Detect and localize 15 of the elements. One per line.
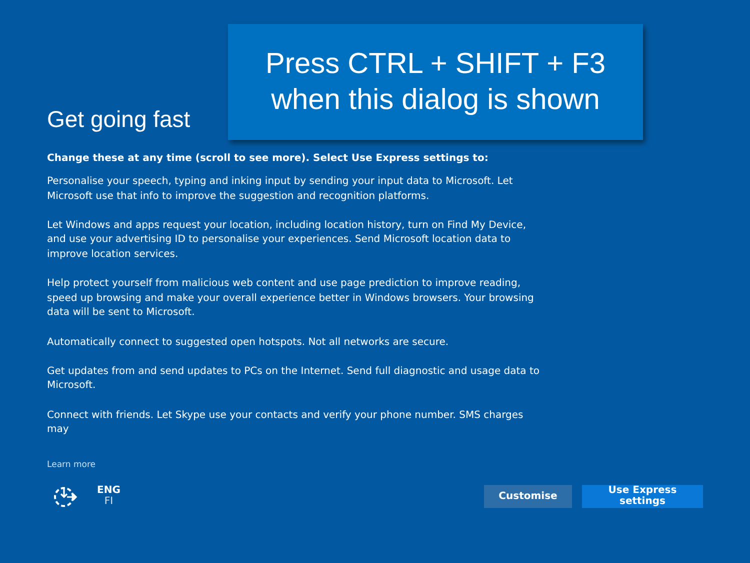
accessibility-icon[interactable] — [52, 484, 78, 508]
page-title: Get going fast — [47, 105, 192, 134]
language-code[interactable]: ENG — [97, 485, 120, 496]
settings-paragraph: Get updates from and send updates to PCs on the Internet. Send full diagnostic and usage data to Microsoft. — [47, 364, 541, 394]
instruction-callout: Press CTRL + SHIFT + F3 when this dialog is shown — [228, 24, 643, 140]
settings-paragraph: Personalise your speech, typing and inking input by sending your input data to Microsoft. Let Microsoft use that info to improve the suggestion and recognition platforms. — [47, 175, 514, 204]
settings-paragraph: Let Windows and apps request your location, including location history, turn on Find My Device, and use your advertising ID to personalise your experiences. Send Microsoft location data to improve location services. — [47, 218, 528, 262]
customise-button[interactable]: Customise — [484, 484, 572, 508]
settings-paragraph: Help protect yourself from malicious web content and use page prediction to improve reading, speed up browsing and make your overall experience better in Windows browsers. Your browsing data will be sent to Microsoft. — [47, 277, 535, 320]
settings-paragraph: Connect with friends. Let Skype use your contacts and verify your phone number. SMS charges may — [47, 408, 524, 438]
learn-more-link[interactable]: Learn more — [47, 460, 96, 470]
settings-paragraph: Automatically connect to suggested open hotspots. Not all networks are secure. — [47, 336, 450, 350]
keyboard-layout[interactable]: FI — [104, 496, 114, 508]
express-settings-button[interactable]: Use Express settings — [582, 484, 703, 508]
intro-text: Change these at any time (scroll to see more). Select Use Express settings to: — [47, 152, 490, 166]
